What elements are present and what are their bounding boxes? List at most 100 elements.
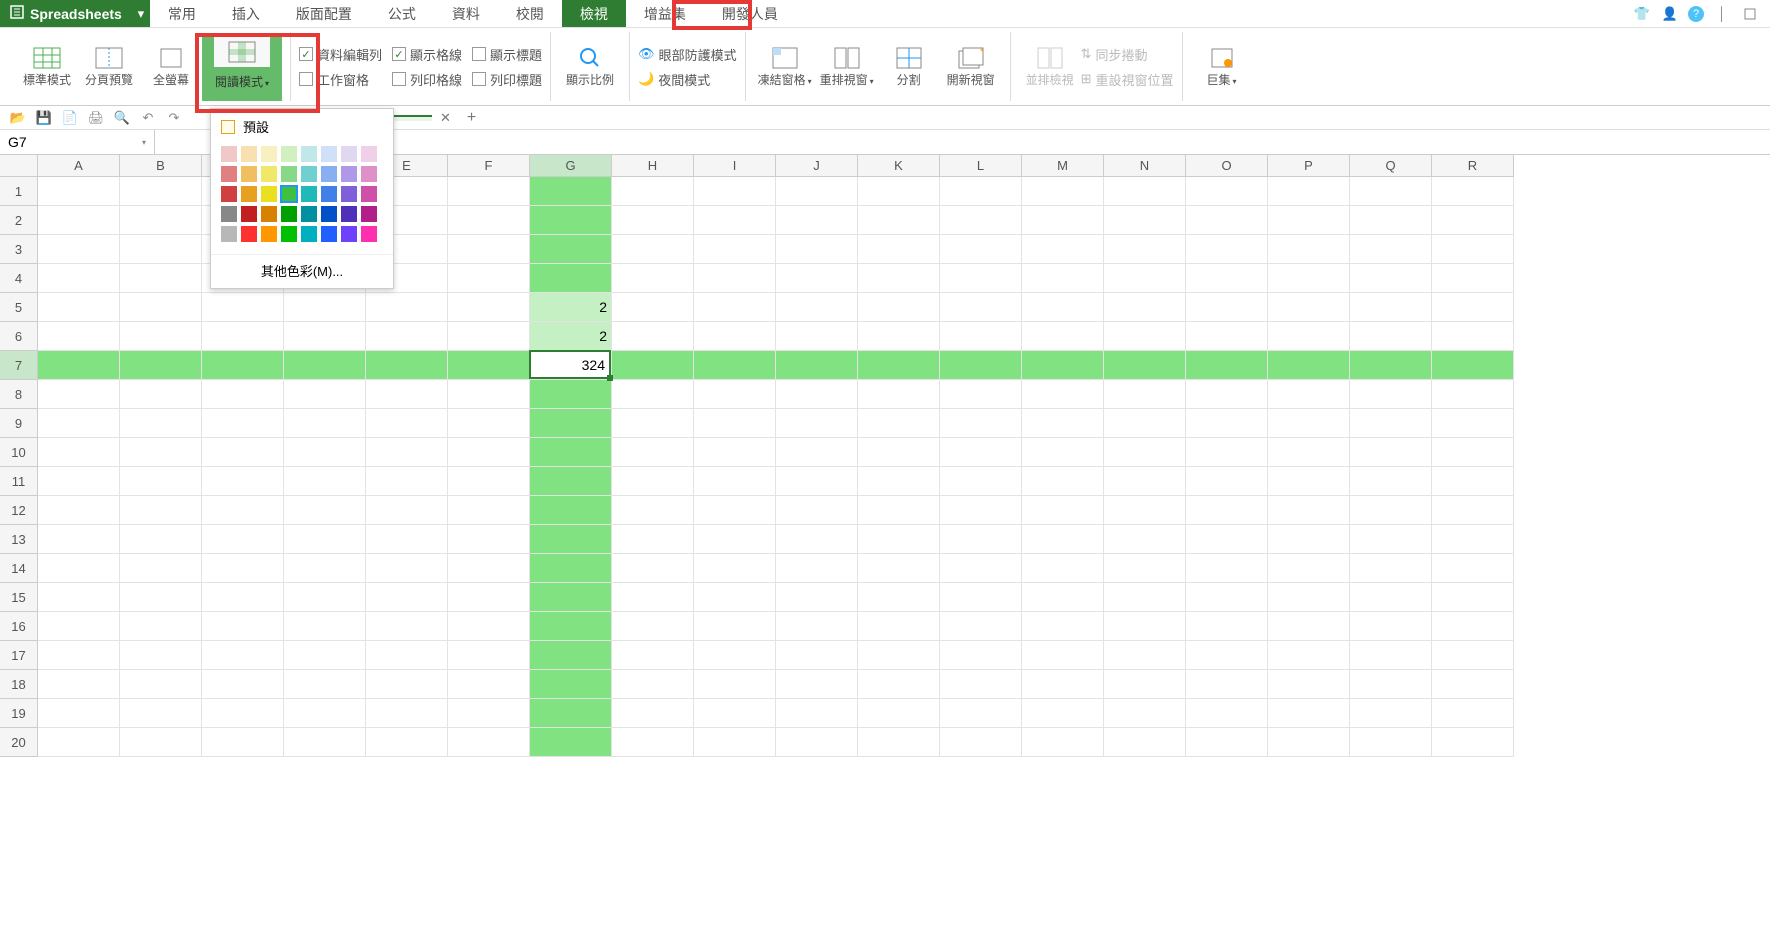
cell[interactable] (284, 496, 366, 525)
color-swatch[interactable] (241, 146, 257, 162)
cell[interactable] (858, 409, 940, 438)
cell[interactable] (940, 641, 1022, 670)
cell[interactable] (1186, 206, 1268, 235)
cell[interactable] (1432, 351, 1514, 380)
cell[interactable] (120, 612, 202, 641)
cell[interactable] (284, 728, 366, 757)
cell[interactable] (858, 351, 940, 380)
cell[interactable] (1186, 293, 1268, 322)
print-gridlines-checkbox[interactable]: 列印格線 (392, 70, 462, 89)
color-swatch[interactable] (261, 166, 277, 182)
cell[interactable] (120, 496, 202, 525)
cell[interactable] (694, 496, 776, 525)
cell[interactable] (1186, 554, 1268, 583)
cell[interactable] (1268, 351, 1350, 380)
cell[interactable] (776, 583, 858, 612)
cell[interactable] (284, 322, 366, 351)
cell[interactable] (366, 409, 448, 438)
cell[interactable] (1432, 728, 1514, 757)
cell[interactable] (1350, 728, 1432, 757)
cell[interactable] (202, 612, 284, 641)
menu-tab-formula[interactable]: 公式 (370, 0, 434, 27)
color-swatch[interactable] (301, 146, 317, 162)
color-swatch[interactable] (261, 146, 277, 162)
cell[interactable] (530, 380, 612, 409)
column-header[interactable]: O (1186, 155, 1268, 177)
cell[interactable] (858, 728, 940, 757)
cell[interactable] (1104, 699, 1186, 728)
cell[interactable] (776, 554, 858, 583)
cell[interactable] (530, 496, 612, 525)
cell[interactable] (1104, 351, 1186, 380)
cell[interactable] (694, 351, 776, 380)
cell[interactable] (530, 612, 612, 641)
cell[interactable] (940, 177, 1022, 206)
cell[interactable] (694, 525, 776, 554)
cell[interactable] (1268, 583, 1350, 612)
color-swatch[interactable] (321, 186, 337, 202)
menu-tab-insert[interactable]: 插入 (214, 0, 278, 27)
cell[interactable] (1104, 641, 1186, 670)
cell[interactable] (38, 641, 120, 670)
cell[interactable] (448, 235, 530, 264)
cell[interactable] (120, 641, 202, 670)
macros-button[interactable]: 巨集▾ (1191, 33, 1253, 101)
cell[interactable] (202, 670, 284, 699)
cell[interactable] (1022, 438, 1104, 467)
menu-tab-data[interactable]: 資料 (434, 0, 498, 27)
cell[interactable] (940, 351, 1022, 380)
cell[interactable] (1350, 380, 1432, 409)
reading-mode-button[interactable]: 閱讀模式▾ (202, 33, 282, 101)
color-swatch[interactable] (261, 226, 277, 242)
cell[interactable] (1104, 380, 1186, 409)
cell[interactable] (366, 525, 448, 554)
cell[interactable] (1186, 264, 1268, 293)
cell[interactable] (612, 177, 694, 206)
cell[interactable] (776, 409, 858, 438)
cell[interactable] (612, 641, 694, 670)
cell[interactable]: 2 (530, 322, 612, 351)
cell[interactable] (1104, 554, 1186, 583)
cell[interactable] (366, 554, 448, 583)
cell[interactable] (38, 583, 120, 612)
cell[interactable] (284, 699, 366, 728)
cell[interactable] (284, 351, 366, 380)
cell[interactable] (284, 438, 366, 467)
cell[interactable] (38, 380, 120, 409)
cell[interactable] (1104, 670, 1186, 699)
cell[interactable] (1022, 380, 1104, 409)
cell[interactable] (612, 380, 694, 409)
fullscreen-button[interactable]: 全螢幕 (140, 33, 202, 101)
cell[interactable] (612, 496, 694, 525)
cell[interactable] (1350, 525, 1432, 554)
more-colors-item[interactable]: 其他色彩(M)... (211, 257, 393, 284)
cell[interactable]: 2 (530, 293, 612, 322)
cell[interactable] (202, 467, 284, 496)
cell[interactable] (940, 438, 1022, 467)
cell[interactable] (694, 612, 776, 641)
fill-handle[interactable] (607, 375, 613, 381)
cell[interactable] (1350, 612, 1432, 641)
cell[interactable] (1350, 293, 1432, 322)
column-header[interactable]: P (1268, 155, 1350, 177)
cell[interactable] (694, 467, 776, 496)
cell[interactable] (1268, 728, 1350, 757)
cell[interactable] (1268, 699, 1350, 728)
cell[interactable] (1186, 496, 1268, 525)
cell[interactable] (1186, 235, 1268, 264)
cell[interactable] (1350, 177, 1432, 206)
cell[interactable] (1022, 467, 1104, 496)
color-swatch[interactable] (241, 226, 257, 242)
cell[interactable] (202, 322, 284, 351)
cell[interactable] (1186, 583, 1268, 612)
color-swatch[interactable] (301, 206, 317, 222)
cell[interactable] (612, 351, 694, 380)
color-swatch[interactable] (221, 186, 237, 202)
cell[interactable] (1104, 438, 1186, 467)
arrange-windows-button[interactable]: 重排視窗▾ (816, 33, 878, 101)
cell[interactable] (1022, 177, 1104, 206)
cell[interactable] (1350, 351, 1432, 380)
cell[interactable] (940, 235, 1022, 264)
cell[interactable] (448, 206, 530, 235)
cell[interactable] (1350, 670, 1432, 699)
